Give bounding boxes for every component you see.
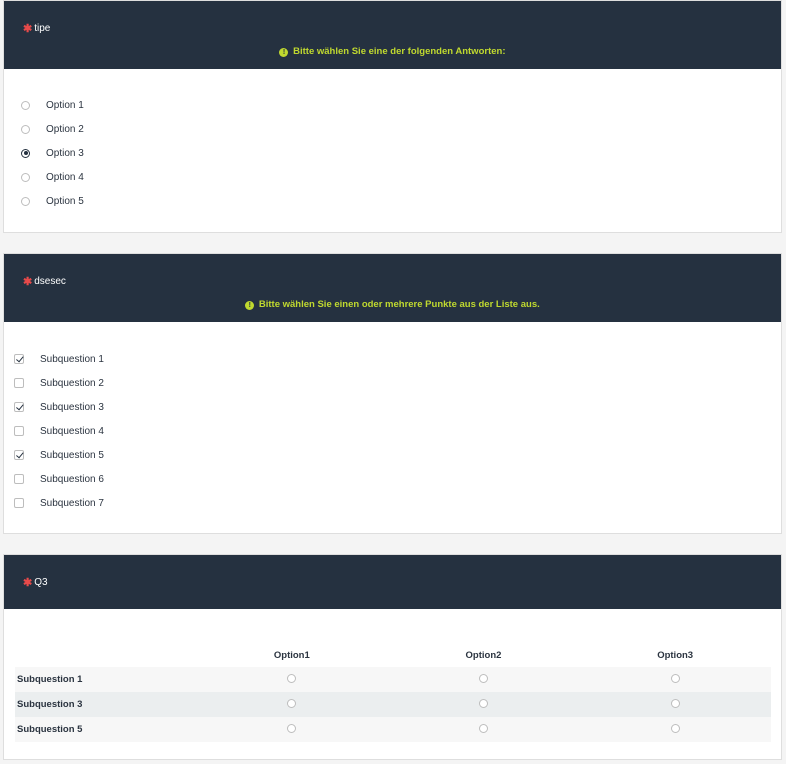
radio-cell (579, 692, 771, 717)
checkbox-option[interactable]: Subquestion 2 (14, 371, 104, 395)
question-header: ✱ dsesec ! Bitte wählen Sie einen oder m… (4, 254, 781, 322)
checkbox-option-label: Subquestion 3 (40, 401, 104, 413)
radio-button[interactable] (21, 172, 30, 182)
question-card-tipe: ✱ tipe ! Bitte wählen Sie eine der folge… (3, 0, 782, 233)
help-text-label: Bitte wählen Sie eine der folgenden Antw… (293, 46, 506, 57)
checkbox-option[interactable]: Subquestion 4 (14, 419, 104, 443)
radio-cell (387, 692, 580, 717)
row-label: Subquestion 5 (15, 717, 196, 742)
radio-option[interactable]: Option 5 (21, 189, 84, 213)
help-text: ! Bitte wählen Sie einen oder mehrere Pu… (4, 299, 781, 310)
question-header: ✱ Q3 (4, 555, 781, 609)
radio-button[interactable] (478, 723, 488, 733)
radio-button[interactable] (287, 698, 297, 708)
column-header: Option3 (657, 649, 694, 661)
checkbox-option[interactable]: Subquestion 6 (14, 467, 104, 491)
column-header: Option2 (465, 649, 502, 661)
radio-option[interactable]: Option 2 (21, 117, 84, 141)
column-header: Option1 (273, 649, 310, 661)
table-row: Subquestion 5 (15, 717, 771, 742)
help-text-label: Bitte wählen Sie einen oder mehrere Punk… (258, 299, 540, 310)
question-title-text: Q3 (34, 577, 48, 588)
question-card-q3: ✱ Q3 Option1 Option2 Option3 Subquestion… (3, 554, 782, 760)
radio-option-label: Option 5 (46, 195, 84, 207)
checkbox-option-label: Subquestion 7 (40, 497, 104, 509)
question-title: ✱ tipe (23, 22, 50, 35)
radio-cell (579, 667, 771, 692)
table-header-row: Option1 Option2 Option3 (15, 643, 771, 667)
question-header: ✱ tipe ! Bitte wählen Sie eine der folge… (4, 1, 781, 69)
help-text: ! Bitte wählen Sie eine der folgenden An… (4, 46, 781, 57)
question-title: ✱ dsesec (23, 275, 66, 288)
checkbox-option[interactable]: Subquestion 1 (14, 347, 104, 371)
asterisk-icon: ✱ (23, 23, 33, 35)
checkbox-option-label: Subquestion 1 (40, 353, 104, 365)
radio-button[interactable] (287, 723, 297, 733)
checkbox[interactable] (14, 354, 24, 364)
asterisk-icon: ✱ (23, 276, 33, 288)
asterisk-icon: ✱ (23, 577, 33, 589)
checkbox[interactable] (14, 378, 24, 388)
checkbox-option-label: Subquestion 4 (40, 425, 104, 437)
question-card-dsesec: ✱ dsesec ! Bitte wählen Sie einen oder m… (3, 253, 782, 534)
row-label: Subquestion 1 (15, 667, 196, 692)
checkbox-option[interactable]: Subquestion 3 (14, 395, 104, 419)
radio-button[interactable] (287, 673, 297, 683)
radio-button[interactable] (478, 698, 488, 708)
radio-button[interactable] (670, 673, 680, 683)
array-question-table: Option1 Option2 Option3 Subquestion 1 Sub… (15, 643, 771, 742)
radio-button[interactable] (21, 148, 30, 158)
radio-option[interactable]: Option 1 (21, 93, 84, 117)
radio-cell (579, 717, 771, 742)
checkbox-option-label: Subquestion 5 (40, 449, 104, 461)
radio-button[interactable] (670, 723, 680, 733)
radio-option-label: Option 2 (46, 123, 84, 135)
radio-option-label: Option 1 (46, 99, 84, 111)
question-title-text: tipe (34, 23, 51, 34)
checkbox-option[interactable]: Subquestion 5 (14, 443, 104, 467)
table-corner-cell (15, 643, 196, 667)
info-circle-icon: ! (245, 301, 255, 310)
radio-button[interactable] (478, 673, 488, 683)
radio-cell (196, 717, 388, 742)
info-circle-icon: ! (279, 48, 289, 57)
table-row: Subquestion 1 (15, 667, 771, 692)
table-row: Subquestion 3 (15, 692, 771, 717)
radio-cell (387, 717, 580, 742)
radio-button[interactable] (21, 124, 30, 134)
checkbox[interactable] (14, 402, 24, 412)
radio-option[interactable]: Option 3 (21, 141, 84, 165)
radio-button[interactable] (21, 100, 30, 110)
checkbox-option[interactable]: Subquestion 7 (14, 491, 104, 515)
checkbox[interactable] (14, 498, 24, 508)
checkbox[interactable] (14, 450, 24, 460)
checkbox[interactable] (14, 426, 24, 436)
checkbox-option-label: Subquestion 6 (40, 473, 104, 485)
radio-cell (196, 667, 388, 692)
radio-option-label: Option 3 (46, 147, 84, 159)
row-label: Subquestion 3 (15, 692, 196, 717)
question-title-text: dsesec (34, 276, 66, 287)
radio-cell (387, 667, 580, 692)
radio-button[interactable] (21, 196, 30, 206)
radio-button[interactable] (670, 698, 680, 708)
question-title: ✱ Q3 (23, 576, 48, 589)
checkbox[interactable] (14, 474, 24, 484)
radio-option-label: Option 4 (46, 171, 84, 183)
radio-option[interactable]: Option 4 (21, 165, 84, 189)
radio-cell (196, 692, 388, 717)
checkbox-option-label: Subquestion 2 (40, 377, 104, 389)
